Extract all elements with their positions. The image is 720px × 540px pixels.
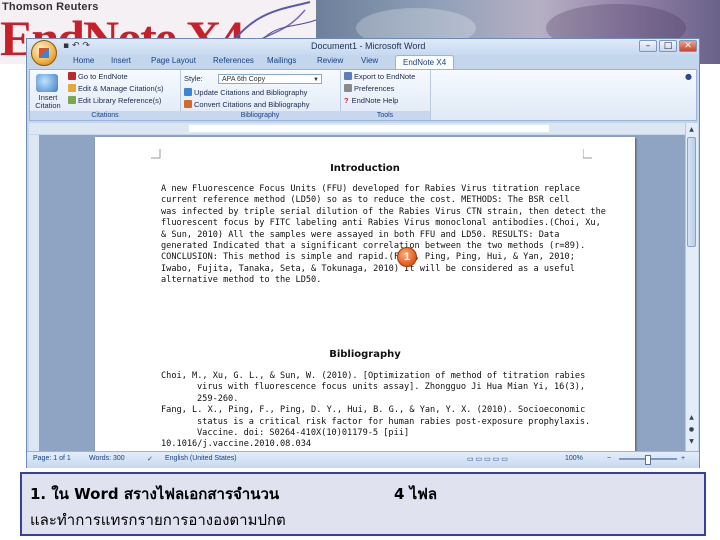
- text-line: fluorescent focus by FITC labeling anti …: [161, 218, 601, 229]
- tab-mailings[interactable]: Mailings: [267, 56, 296, 65]
- tab-endnote-x4[interactable]: EndNote X4: [395, 55, 455, 69]
- text-line: alternative method to the LD50.: [161, 275, 322, 286]
- document-area[interactable]: Introduction A new Fluorescence Focus Un…: [39, 135, 685, 451]
- caption-count: 4 ไฟล: [394, 485, 438, 503]
- zoom-slider[interactable]: [619, 455, 677, 465]
- word-count[interactable]: Words: 300: [89, 455, 125, 462]
- update-icon: [184, 88, 192, 96]
- redo-icon[interactable]: ↷: [82, 41, 90, 51]
- text-line: current reference method (LD50) so as to…: [161, 195, 570, 206]
- ribbon: Insert Citation Go to EndNote Edit & Man…: [29, 69, 697, 121]
- browse-object-icon[interactable]: ●: [687, 425, 696, 434]
- endnote-icon: [68, 72, 76, 80]
- undo-icon[interactable]: ↶: [72, 41, 80, 51]
- office-logo-icon: [39, 48, 49, 58]
- text-line: CONCLUSION: This method is simple and ra…: [161, 252, 575, 263]
- convert-citations-button[interactable]: Convert Citations and Bibliography: [184, 100, 309, 110]
- bibliography-heading: Bibliography: [329, 349, 401, 360]
- tools-group-label: Tools: [340, 111, 430, 120]
- ruler-text-area: [189, 125, 549, 132]
- convert-icon: [184, 100, 192, 108]
- bibliography-line: 259-260.: [197, 393, 239, 404]
- window-title: Document1 - Microsoft Word: [311, 41, 426, 51]
- tab-view[interactable]: View: [361, 56, 378, 65]
- page-count[interactable]: Page: 1 of 1: [33, 455, 71, 462]
- citations-group: Insert Citation Go to EndNote Edit & Man…: [30, 70, 181, 120]
- save-icon[interactable]: ▪: [63, 41, 69, 51]
- style-select[interactable]: APA 6th Copy ▼: [218, 74, 322, 84]
- help-icon: ?: [344, 96, 349, 105]
- next-page-icon[interactable]: ▼: [687, 437, 696, 446]
- caption-line-1: 1. ใน Word สรางไฟลเอกสารจำนวน: [30, 485, 280, 503]
- tab-review[interactable]: Review: [317, 56, 343, 65]
- text-line: & Sun, 2010) All the samples were assaye…: [161, 229, 560, 240]
- text-line: A new Fluorescence Focus Units (FFU) dev…: [161, 184, 581, 194]
- text-line: Iwabo, Fujita, Tanaka, Seta, & Tokunaga,…: [161, 263, 575, 274]
- tab-page-layout[interactable]: Page Layout: [151, 56, 196, 65]
- office-button[interactable]: [31, 40, 57, 66]
- caption-line-2: และทำการแทรกรายการอางองตามปกต: [30, 511, 286, 529]
- step-marker-badge: 1: [397, 247, 417, 267]
- intro-heading: Introduction: [330, 163, 400, 174]
- preferences-icon: [344, 84, 352, 92]
- go-to-endnote-button[interactable]: Go to EndNote: [68, 72, 128, 82]
- zoom-out-icon[interactable]: −: [607, 455, 611, 462]
- export-to-endnote-button[interactable]: Export to EndNote: [344, 72, 415, 82]
- bibliography-line: virus with fluorescence focus units assa…: [197, 382, 586, 393]
- maximize-button[interactable]: □: [659, 40, 677, 52]
- bibliography-list[interactable]: Choi, M., Xu, G. L., & Sun, W. (2010). […: [161, 371, 591, 451]
- edit-library-reference-button[interactable]: Edit Library Reference(s): [68, 96, 161, 106]
- title-bar: ▪ ↶ ↷ Document1 - Microsoft Word – □ ✕: [27, 39, 699, 55]
- tab-insert[interactable]: Insert: [111, 56, 131, 65]
- status-bar: Page: 1 of 1 Words: 300 ✓ English (Unite…: [27, 451, 699, 468]
- bibliography-line: status is a critical risk factor for hum…: [197, 416, 591, 427]
- ribbon-tabs: Home Insert Page Layout References Maili…: [27, 55, 699, 69]
- bibliography-line: 10.1016/j.vaccine.2010.08.034: [161, 439, 312, 450]
- bibliography-group: Style: APA 6th Copy ▼ Update Citations a…: [180, 70, 341, 120]
- horizontal-ruler[interactable]: [29, 123, 697, 134]
- language-indicator[interactable]: English (United States): [165, 455, 237, 462]
- text-line: was infected by triple serial dilution o…: [161, 206, 606, 217]
- bibliography-line: Choi, M., Xu, G. L., & Sun, W. (2010). […: [161, 371, 586, 381]
- update-citations-button[interactable]: Update Citations and Bibliography: [184, 88, 307, 98]
- instruction-caption: 1. ใน Word สรางไฟลเอกสารจำนวน 4 ไฟล และท…: [20, 472, 706, 536]
- crop-mark-icon: [583, 149, 592, 159]
- bibliography-line: Vaccine. doi: S0264-410X(10)01179-5 [pii…: [197, 428, 410, 439]
- edit-citation-icon: [68, 84, 76, 92]
- bibliography-line: Fang, L. X., Ping, F., Ping, D. Y., Hui,…: [161, 405, 586, 416]
- insert-citation-icon: [36, 74, 58, 92]
- intro-paragraph[interactable]: A new Fluorescence Focus Units (FFU) dev…: [161, 184, 606, 287]
- minimize-button[interactable]: –: [639, 40, 657, 52]
- crop-mark-icon: [151, 149, 161, 159]
- zoom-slider-knob[interactable]: [645, 455, 651, 465]
- tab-references[interactable]: References: [213, 56, 254, 65]
- insert-citation-button[interactable]: Insert Citation: [32, 94, 64, 110]
- vertical-scrollbar[interactable]: ▲ ▲ ● ▼: [685, 123, 698, 451]
- zoom-in-icon[interactable]: +: [681, 455, 685, 462]
- edit-library-icon: [68, 96, 76, 104]
- scroll-up-icon[interactable]: ▲: [687, 125, 696, 134]
- proofing-icon[interactable]: ✓: [147, 455, 153, 463]
- tools-group: Export to EndNote Preferences ? EndNote H…: [340, 70, 431, 120]
- bibliography-group-label: Bibliography: [180, 111, 340, 120]
- endnote-help-button[interactable]: ? EndNote Help: [344, 96, 398, 106]
- vertical-ruler[interactable]: [29, 135, 39, 451]
- edit-manage-citations-button[interactable]: Edit & Manage Citation(s): [68, 84, 163, 94]
- citations-group-label: Citations: [30, 111, 180, 120]
- prev-page-icon[interactable]: ▲: [687, 413, 696, 422]
- quick-access-toolbar: ▪ ↶ ↷: [63, 41, 90, 51]
- view-buttons[interactable]: ▭ ▭ ▭ ▭ ▭: [467, 455, 508, 463]
- chevron-down-icon: ▼: [313, 77, 319, 83]
- preferences-button[interactable]: Preferences: [344, 84, 394, 94]
- text-line: generated Indicated that a significant c…: [161, 241, 586, 252]
- scroll-thumb[interactable]: [687, 137, 696, 247]
- style-label: Style:: [184, 74, 203, 83]
- zoom-level[interactable]: 100%: [565, 455, 583, 462]
- help-circle-icon[interactable]: ●: [685, 72, 692, 81]
- document-page[interactable]: Introduction A new Fluorescence Focus Un…: [95, 137, 635, 451]
- export-icon: [344, 72, 352, 80]
- word-window: ▪ ↶ ↷ Document1 - Microsoft Word – □ ✕ H…: [26, 38, 700, 468]
- close-button[interactable]: ✕: [679, 40, 697, 52]
- tab-home[interactable]: Home: [73, 56, 94, 65]
